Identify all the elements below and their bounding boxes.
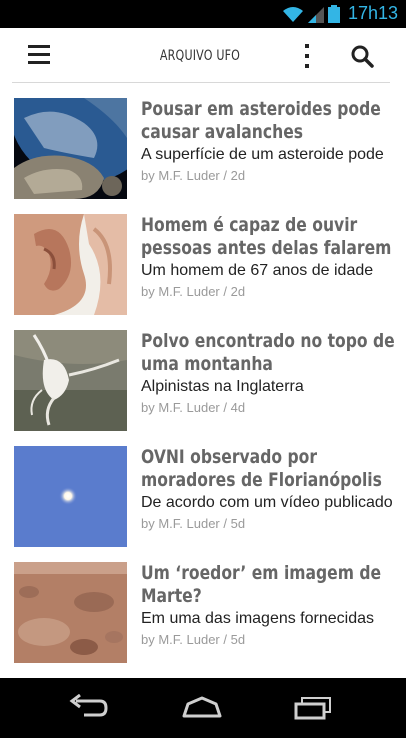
app-bar-divider — [12, 82, 390, 83]
article-item[interactable]: OVNI observado por moradores de Florianó… — [0, 434, 406, 547]
article-meta: by M.F. Luder / 2d — [141, 168, 246, 183]
article-meta: by M.F. Luder / 4d — [141, 400, 246, 415]
article-title[interactable]: OVNI observado por moradores de Florianó… — [141, 446, 395, 492]
battery-icon — [328, 5, 340, 23]
article-title[interactable]: Polvo encontrado no topo de uma montanha — [141, 330, 395, 376]
article-subtitle: Alpinistas na Inglaterra — [141, 378, 304, 395]
article-title[interactable]: Homem é capaz de ouvir pessoas antes del… — [141, 214, 395, 260]
article-thumbnail-octopus — [14, 330, 127, 431]
article-item[interactable]: Pousar em asteroides pode causar avalanc… — [0, 86, 406, 199]
wifi-icon — [283, 7, 303, 22]
back-icon[interactable] — [68, 694, 110, 720]
menu-icon[interactable] — [28, 45, 50, 65]
article-subtitle: A superfície de um asteroide pode — [141, 146, 384, 163]
article-subtitle: De acordo com um vídeo publicado — [141, 494, 393, 511]
article-title[interactable]: Um ‘roedor’ em imagem de Marte? — [141, 562, 395, 608]
article-thumbnail-ear — [14, 214, 127, 315]
recent-apps-icon[interactable] — [294, 694, 334, 720]
article-meta: by M.F. Luder / 5d — [141, 632, 246, 647]
signal-icon — [308, 7, 324, 23]
article-thumbnail-mars — [14, 562, 127, 663]
article-item[interactable]: Um ‘roedor’ em imagem de Marte? Em uma d… — [0, 550, 406, 663]
status-bar: 17h13 — [0, 0, 406, 28]
navigation-bar — [0, 678, 406, 738]
article-title[interactable]: Pousar em asteroides pode causar avalanc… — [141, 98, 395, 144]
article-thumbnail-ufo — [14, 446, 127, 547]
article-meta: by M.F. Luder / 2d — [141, 284, 246, 299]
article-subtitle: Um homem de 67 anos de idade — [141, 262, 374, 279]
page-title: ARQUIVO UFO — [159, 48, 241, 64]
article-item[interactable]: Polvo encontrado no topo de uma montanha… — [0, 318, 406, 431]
overflow-menu-icon[interactable] — [302, 44, 312, 68]
clock: 17h13 — [347, 3, 398, 23]
article-subtitle: Em uma das imagens fornecidas — [141, 610, 374, 627]
search-icon[interactable] — [350, 44, 374, 68]
article-thumbnail-asteroid — [14, 98, 127, 199]
article-item[interactable]: Homem é capaz de ouvir pessoas antes del… — [0, 202, 406, 315]
home-icon[interactable] — [180, 694, 224, 720]
article-meta: by M.F. Luder / 5d — [141, 516, 246, 531]
